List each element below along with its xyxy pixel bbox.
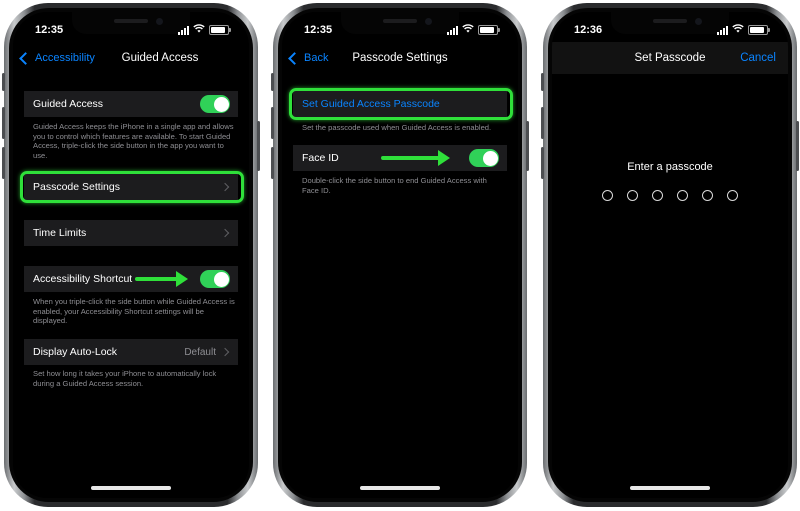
- status-time: 12:35: [304, 24, 333, 36]
- passcode-dot: [677, 190, 688, 201]
- battery-icon: [478, 25, 500, 35]
- chevron-left-icon: [19, 51, 32, 65]
- arrow-annotation: [135, 271, 188, 287]
- face-id-label: Face ID: [302, 152, 339, 164]
- silent-switch: [541, 73, 544, 91]
- page-title: Passcode Settings: [352, 52, 448, 64]
- guided-access-note: Guided Access keeps the iPhone in a sing…: [33, 122, 234, 160]
- arrow-annotation: [381, 150, 450, 166]
- display-auto-lock-row[interactable]: Display Auto-Lock Default: [24, 339, 238, 365]
- status-time: 12:35: [35, 24, 64, 36]
- display-auto-lock-note: Set how long it takes your iPhone to aut…: [33, 369, 217, 388]
- passcode-dot: [627, 190, 638, 201]
- phone-set-passcode: 12:36 Set Passcode Cancel Enter a passco…: [541, 3, 799, 507]
- side-button: [526, 121, 529, 171]
- accessibility-shortcut-row: Accessibility Shortcut: [24, 266, 238, 292]
- status-time: 12:36: [574, 24, 603, 36]
- volume-up-button: [2, 107, 5, 139]
- wifi-icon: [732, 24, 744, 36]
- status-bar: 12:36: [568, 22, 772, 38]
- set-passcode-highlight: [289, 88, 513, 120]
- passcode-dot: [702, 190, 713, 201]
- chevron-right-icon: [220, 347, 230, 357]
- screen: 12:35 Accessibility Guided Access Guided…: [13, 12, 249, 498]
- passcode-settings-highlight: [20, 171, 244, 203]
- page-title: Guided Access: [121, 52, 199, 64]
- status-bar: 12:35: [298, 22, 502, 38]
- display-auto-lock-value: Default: [184, 346, 216, 358]
- volume-up-button: [541, 107, 544, 139]
- set-passcode-note: Set the passcode used when Guided Access…: [302, 123, 492, 132]
- battery-icon: [209, 25, 231, 35]
- chevron-right-icon: [220, 228, 230, 238]
- side-button: [257, 121, 260, 171]
- side-button: [796, 121, 799, 171]
- passcode-prompt: Enter a passcode: [627, 161, 713, 173]
- accessibility-shortcut-toggle[interactable]: [200, 270, 230, 288]
- cellular-signal-icon: [447, 25, 458, 35]
- home-indicator[interactable]: [360, 486, 440, 490]
- guided-access-row: Guided Access: [24, 91, 238, 117]
- accessibility-shortcut-note: When you triple-click the side button wh…: [33, 297, 235, 326]
- home-indicator[interactable]: [91, 486, 171, 490]
- wifi-icon: [193, 24, 205, 36]
- accessibility-shortcut-label: Accessibility Shortcut: [33, 273, 133, 285]
- volume-up-button: [271, 107, 274, 139]
- volume-down-button: [2, 147, 5, 179]
- cellular-signal-icon: [717, 25, 728, 35]
- phone-passcode-settings: 12:35 Back Passcode Settings Set Guided …: [271, 3, 529, 507]
- time-limits-label: Time Limits: [33, 227, 87, 239]
- wifi-icon: [462, 24, 474, 36]
- face-id-note: Double-click the side button to end Guid…: [302, 176, 487, 195]
- screen: 12:36 Set Passcode Cancel Enter a passco…: [552, 12, 788, 498]
- battery-icon: [748, 25, 770, 35]
- nav-bar: Back Passcode Settings: [282, 46, 518, 74]
- nav-bar: Set Passcode Cancel: [552, 42, 788, 74]
- passcode-dot: [602, 190, 613, 201]
- face-id-toggle[interactable]: [469, 149, 499, 167]
- silent-switch: [2, 73, 5, 91]
- silent-switch: [271, 73, 274, 91]
- cancel-button[interactable]: Cancel: [740, 52, 776, 64]
- passcode-dot: [727, 190, 738, 201]
- nav-bar: Accessibility Guided Access: [13, 46, 249, 74]
- phone-guided-access: 12:35 Accessibility Guided Access Guided…: [2, 3, 260, 507]
- time-limits-row[interactable]: Time Limits: [24, 220, 238, 246]
- volume-down-button: [271, 147, 274, 179]
- screen: 12:35 Back Passcode Settings Set Guided …: [282, 12, 518, 498]
- status-bar: 12:35: [29, 22, 233, 38]
- display-auto-lock-label: Display Auto-Lock: [33, 346, 118, 358]
- passcode-dot: [652, 190, 663, 201]
- cellular-signal-icon: [178, 25, 189, 35]
- volume-down-button: [541, 147, 544, 179]
- home-indicator[interactable]: [630, 486, 710, 490]
- guided-access-label: Guided Access: [33, 98, 104, 110]
- passcode-dots: [552, 190, 788, 201]
- guided-access-toggle[interactable]: [200, 95, 230, 113]
